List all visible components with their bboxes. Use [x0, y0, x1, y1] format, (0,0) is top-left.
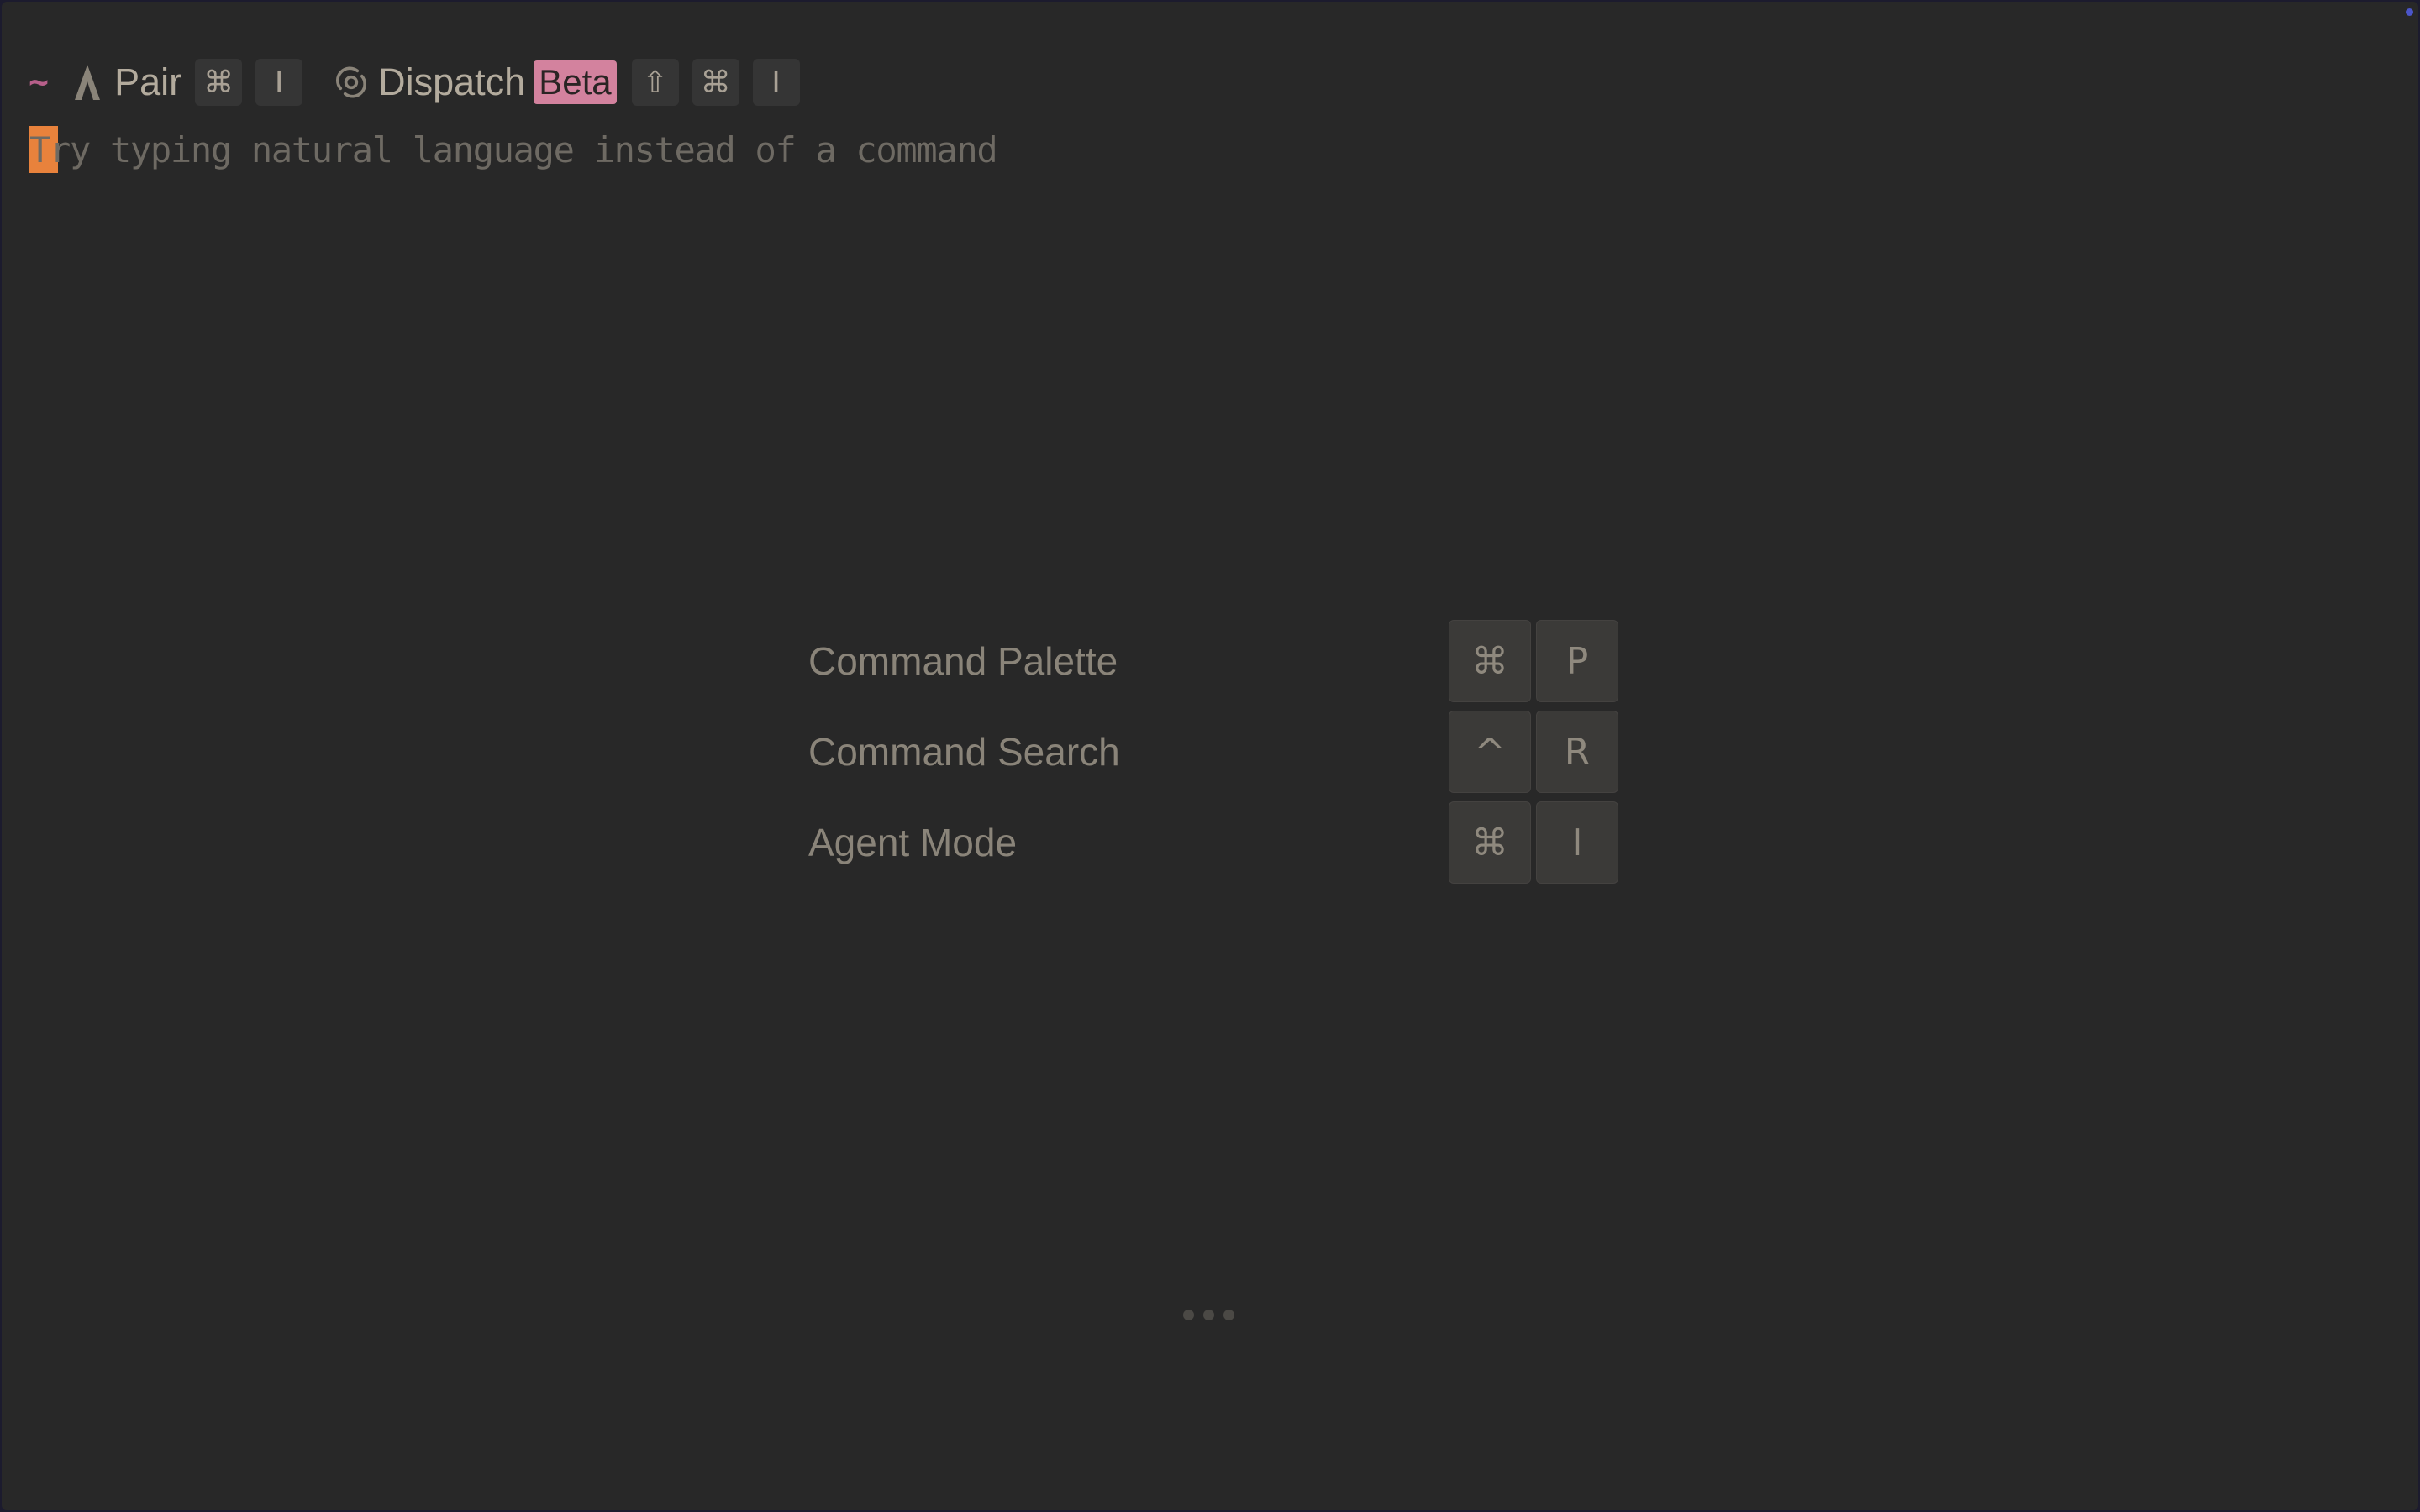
pair-shortcut-key: ⌘ — [195, 59, 243, 106]
hint-keys: ⌘ I — [1449, 801, 1623, 884]
hint-label: Command Palette — [808, 639, 1118, 683]
dot — [1203, 1310, 1214, 1320]
hint-label: Agent Mode — [808, 821, 1018, 864]
dispatch-label[interactable]: Dispatch — [378, 60, 525, 104]
hint-key: ⌘ — [1449, 620, 1531, 702]
dot — [1183, 1310, 1194, 1320]
more-options-dots-icon[interactable] — [1183, 1310, 1244, 1320]
hint-label: Command Search — [808, 730, 1120, 774]
dispatch-icon[interactable] — [334, 62, 368, 102]
window-indicator-dot — [2406, 8, 2413, 16]
prompt-toolbar: ~ Pair ⌘ I Dispatch Beta ⇧ ⌘ I — [29, 57, 813, 108]
shortcut-hints: Command Palette ⌘ P Command Search ^ R A… — [808, 620, 1618, 892]
dispatch-shortcut-key: ⇧ — [631, 59, 679, 106]
pair-label[interactable]: Pair — [114, 60, 182, 104]
hint-key: ^ — [1449, 711, 1531, 793]
hint-keys: ⌘ P — [1449, 620, 1623, 702]
hint-key: R — [1536, 711, 1618, 793]
dispatch-shortcut-key: I — [752, 59, 800, 106]
pair-icon[interactable] — [71, 62, 104, 102]
hint-agent-mode: Agent Mode ⌘ I — [808, 801, 1618, 884]
beta-badge: Beta — [534, 60, 617, 104]
hint-key: I — [1536, 801, 1618, 884]
dispatch-shortcut-key: ⌘ — [692, 59, 739, 106]
hint-keys: ^ R — [1449, 711, 1623, 793]
hint-command-palette: Command Palette ⌘ P — [808, 620, 1618, 702]
hint-command-search: Command Search ^ R — [808, 711, 1618, 793]
pair-shortcut-key: I — [255, 59, 303, 106]
hint-key: ⌘ — [1449, 801, 1531, 884]
hint-key: P — [1536, 620, 1618, 702]
terminal-window: ~ Pair ⌘ I Dispatch Beta ⇧ ⌘ I Try typin… — [2, 2, 2418, 1510]
directory-indicator: ~ — [29, 63, 50, 102]
input-placeholder: Try typing natural language instead of a… — [29, 129, 998, 171]
dot — [1223, 1310, 1234, 1320]
command-input[interactable]: Try typing natural language instead of a… — [29, 126, 998, 173]
